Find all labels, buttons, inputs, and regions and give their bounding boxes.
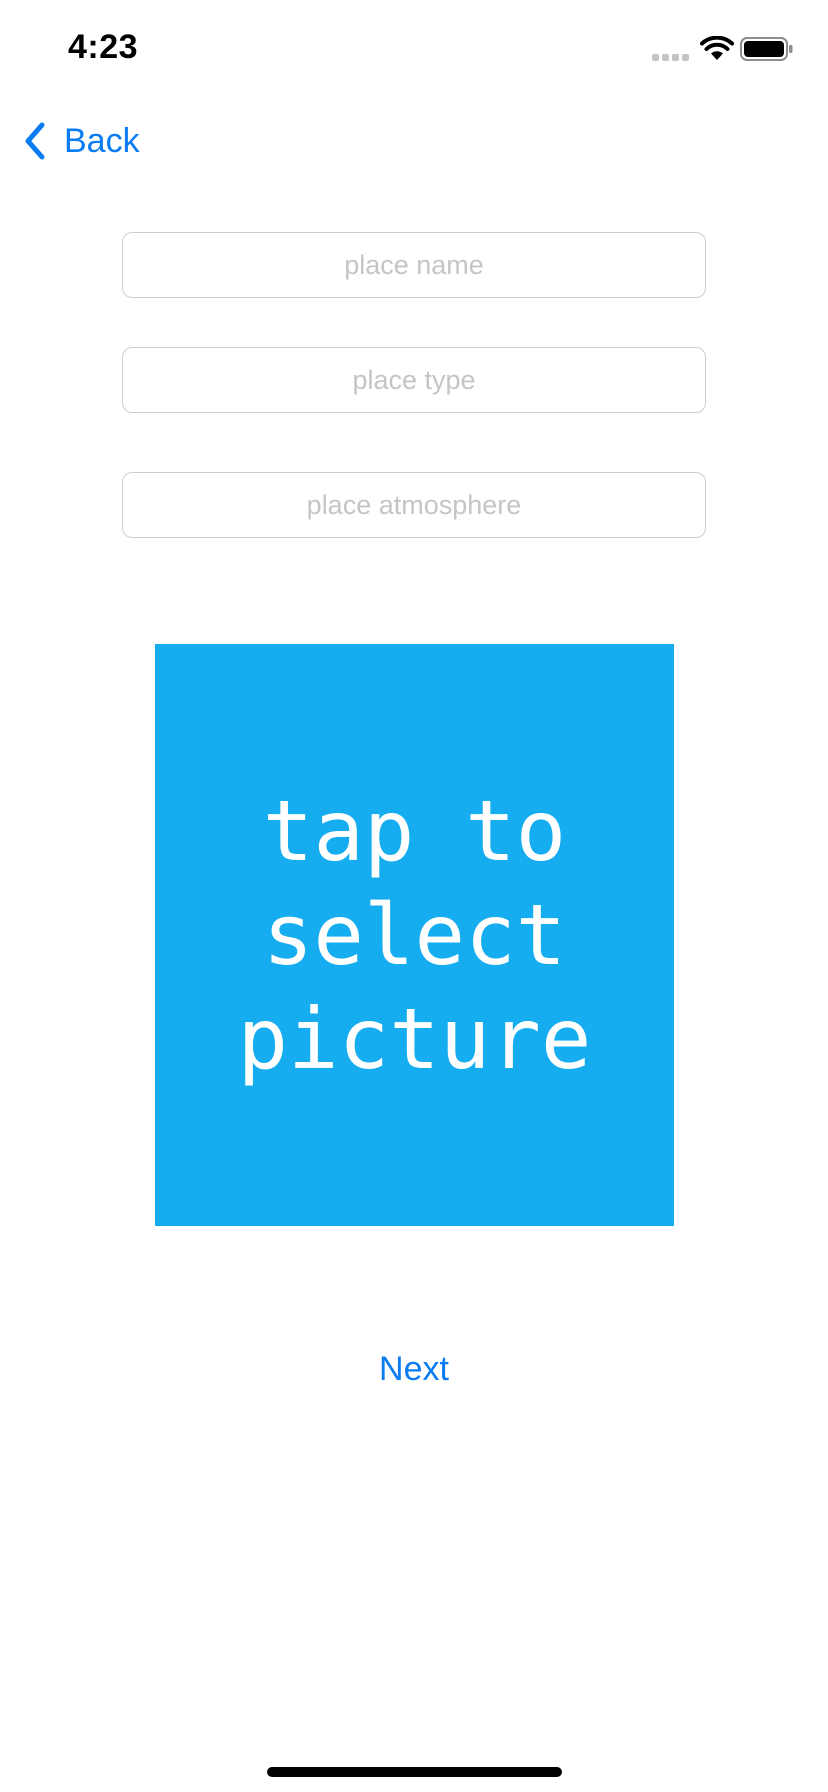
place-type-input[interactable] — [123, 348, 705, 412]
status-time: 4:23 — [68, 28, 139, 66]
next-button[interactable]: Next — [0, 1350, 828, 1389]
back-label: Back — [64, 121, 140, 160]
status-bar: 4:23 — [0, 0, 828, 100]
signal-icon — [652, 54, 689, 61]
place-atmosphere-field[interactable] — [122, 472, 706, 538]
back-button[interactable]: Back — [22, 116, 140, 166]
select-picture-button[interactable]: tap to select picture — [155, 644, 674, 1226]
place-name-field[interactable] — [122, 232, 706, 298]
place-atmosphere-input[interactable] — [123, 473, 705, 537]
place-type-field[interactable] — [122, 347, 706, 413]
place-name-input[interactable] — [123, 233, 705, 297]
battery-icon — [740, 37, 793, 61]
chevron-left-icon — [25, 122, 45, 160]
wifi-icon — [700, 36, 734, 60]
select-picture-label: tap to select picture — [237, 782, 592, 1088]
home-indicator — [267, 1767, 562, 1777]
